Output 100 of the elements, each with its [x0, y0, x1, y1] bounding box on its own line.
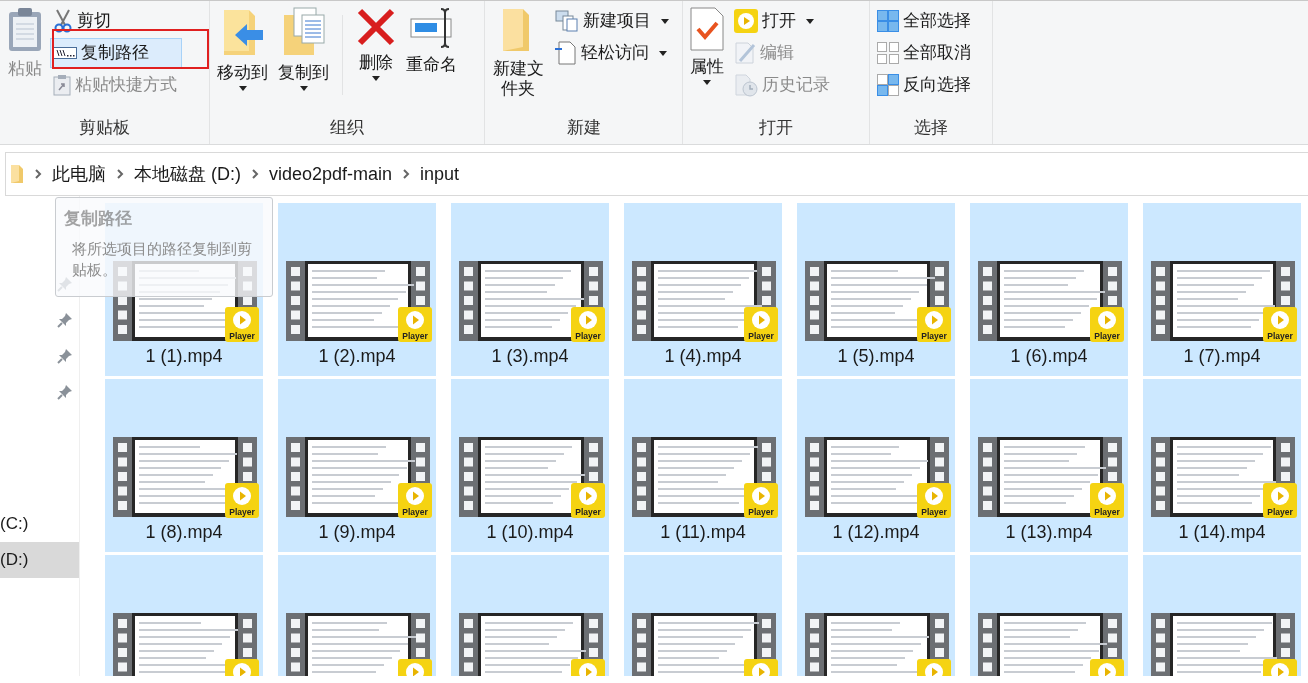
- player-badge: Player: [917, 307, 951, 342]
- file-tile[interactable]: Player 1 (8).mp4: [105, 379, 263, 552]
- file-tile[interactable]: Player 1 (11).mp4: [624, 379, 782, 552]
- ribbon-button[interactable]: 剪切: [50, 6, 182, 36]
- file-name: 1 (11).mp4: [659, 521, 747, 544]
- file-tile[interactable]: Player 1 (7).mp4: [1143, 203, 1301, 376]
- chevron-icon: [34, 168, 42, 180]
- file-name: 1 (13).mp4: [1004, 521, 1094, 544]
- folder-icon: [10, 164, 24, 184]
- ribbon-button[interactable]: 打开: [731, 6, 835, 36]
- caret-icon: [703, 80, 711, 86]
- group-label: 选择: [914, 116, 948, 139]
- player-badge: Player: [571, 307, 605, 342]
- file-tile[interactable]: Player 1 (10).mp4: [451, 379, 609, 552]
- file-name: 1 (5).mp4: [836, 345, 916, 368]
- nav-item[interactable]: (D:): [0, 542, 79, 578]
- nav-item[interactable]: (C:): [0, 506, 79, 542]
- ribbon-button[interactable]: 轻松访问: [551, 38, 674, 68]
- file-tile[interactable]: Player 1 (9).mp4: [278, 379, 436, 552]
- file-name: 1 (1).mp4: [144, 345, 224, 368]
- rename-icon: [408, 7, 455, 49]
- file-name: 1 (2).mp4: [317, 345, 397, 368]
- player-badge: Player: [1090, 483, 1124, 518]
- file-tile[interactable]: Player 1 (6).mp4: [970, 203, 1128, 376]
- ribbon-button[interactable]: 全部取消: [874, 38, 976, 68]
- group-label: 剪贴板: [79, 116, 130, 139]
- group-label: 新建: [566, 116, 601, 139]
- new-item-icon: [554, 10, 579, 32]
- file-name: 1 (14).mp4: [1177, 521, 1267, 544]
- ribbon-button[interactable]: 移动到: [214, 5, 271, 115]
- file-tile[interactable]: Player 1 (12).mp4: [797, 379, 955, 552]
- grid-icon: [877, 74, 899, 96]
- ribbon-button[interactable]: 复制到: [275, 5, 332, 115]
- shortcut-icon: [53, 74, 71, 96]
- path-segment[interactable]: 此电脑: [52, 160, 106, 188]
- tooltip-title: 复制路径: [64, 208, 133, 230]
- file-name: 1 (4).mp4: [663, 345, 743, 368]
- document-check-icon: [690, 7, 724, 51]
- file-tile[interactable]: Player 1 (14).mp4: [1143, 379, 1301, 552]
- ribbon-button[interactable]: 复制路径: [50, 38, 182, 68]
- path-segment[interactable]: 本地磁盘 (D:): [134, 160, 241, 188]
- file-name: 1 (6).mp4: [1009, 345, 1089, 368]
- ribbon-button[interactable]: 重命名: [403, 5, 460, 115]
- caret-icon: [658, 50, 667, 56]
- caret-icon: [299, 86, 308, 92]
- file-name: 1 (8).mp4: [144, 521, 224, 544]
- player-badge: Player: [1263, 483, 1297, 518]
- document-icon: [554, 41, 577, 65]
- file-name: 1 (7).mp4: [1182, 345, 1262, 368]
- chevron-icon: [116, 168, 124, 180]
- caret-icon: [372, 76, 380, 82]
- player-badge: Player: [1090, 307, 1124, 342]
- player-badge: Player: [571, 483, 605, 518]
- file-name: 1 (12).mp4: [831, 521, 921, 544]
- caret-icon: [660, 18, 669, 24]
- group-label: 打开: [759, 116, 793, 139]
- file-tile[interactable]: Player 1 (4).mp4: [624, 203, 782, 376]
- cross-icon: [356, 7, 396, 47]
- file-tile[interactable]: Player 1 (5).mp4: [797, 203, 955, 376]
- pin-icon[interactable]: [57, 312, 73, 328]
- path-icon: [53, 45, 77, 61]
- player-badge: Player: [225, 483, 259, 518]
- file-name: 1 (9).mp4: [317, 521, 397, 544]
- ribbon-button[interactable]: 新建文件夹: [489, 5, 548, 115]
- player-badge: Player: [917, 483, 951, 518]
- tooltip-text: 将所选项目的路径复制到剪贴板。: [72, 238, 253, 280]
- path-segment[interactable]: input: [420, 160, 460, 188]
- pin-icon[interactable]: [57, 384, 73, 400]
- folder-documents-icon: [281, 7, 326, 57]
- chevron-icon: [251, 168, 259, 180]
- scissors-icon: [53, 9, 73, 33]
- ribbon-button[interactable]: 全部选择: [874, 6, 976, 36]
- clipboard-icon: [7, 7, 43, 53]
- player-badge: Player: [744, 483, 778, 518]
- address-bar[interactable]: 此电脑 本地磁盘 (D:) video2pdf-main input: [5, 152, 1308, 196]
- ribbon-button[interactable]: 新建项目: [551, 6, 674, 36]
- ribbon-button[interactable]: 删除: [353, 5, 399, 115]
- ribbon-button[interactable]: 反向选择: [874, 70, 976, 100]
- file-tile[interactable]: Player 1 (13).mp4: [970, 379, 1128, 552]
- ribbon-button[interactable]: 属性: [687, 5, 727, 115]
- path-segment[interactable]: video2pdf-main: [269, 160, 393, 188]
- player-badge: Player: [398, 483, 432, 518]
- player-badge: Player: [398, 307, 432, 342]
- chevron-icon: [402, 168, 411, 180]
- group-label: 组织: [330, 116, 364, 139]
- file-tile[interactable]: Player 1 (2).mp4: [278, 203, 436, 376]
- player-badge: Player: [744, 307, 778, 342]
- player-badge: Player: [1263, 307, 1297, 342]
- pin-icon[interactable]: [57, 348, 73, 364]
- play-icon: [734, 9, 758, 33]
- history-icon: [734, 73, 758, 97]
- file-name: 1 (10).mp4: [485, 521, 575, 544]
- file-name: 1 (3).mp4: [490, 345, 570, 368]
- grid-icon: [877, 42, 899, 64]
- caret-icon: [238, 86, 247, 92]
- pencil-page-icon: [734, 41, 756, 65]
- player-badge: Player: [225, 307, 259, 342]
- grid-icon: [877, 10, 899, 32]
- caret-icon: [806, 18, 814, 24]
- file-tile[interactable]: Player 1 (3).mp4: [451, 203, 609, 376]
